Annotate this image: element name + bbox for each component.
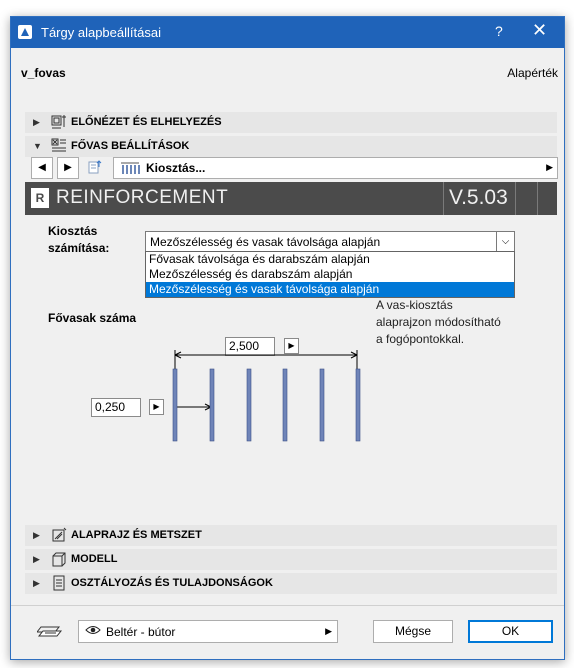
hint-line: A vas-kiosztás — [376, 298, 453, 312]
distribution-dropdown: Fővasak távolsága és darabszám alapján M… — [145, 251, 515, 298]
banner-divider — [515, 182, 516, 215]
hint-line: a fogópontokkal. — [376, 332, 465, 346]
section-label: FŐVAS BEÁLLÍTÁSOK — [71, 140, 190, 152]
defaults-label[interactable]: Alapérték — [507, 66, 558, 80]
preview-icon — [51, 115, 66, 129]
distribution-icon — [121, 162, 140, 174]
banner-title: REINFORCEMENT — [56, 187, 229, 208]
page-label: Kiosztás... — [146, 161, 206, 175]
section-label: MODELL — [71, 553, 118, 565]
expand-arrow-icon: ▶ — [33, 530, 40, 540]
distribution-label-line1: Kiosztás — [48, 224, 98, 238]
layer-select[interactable]: Beltér - bútor ▶ — [78, 620, 338, 643]
bar-spacing-input[interactable]: 0,250 — [91, 398, 141, 417]
rebar-distribution-diagram — [172, 350, 361, 442]
section-main-bar[interactable]: ▼ FŐVAS BEÁLLÍTÁSOK — [25, 136, 557, 157]
app-icon — [18, 25, 32, 39]
banner-divider — [537, 182, 538, 215]
plan-section-icon — [52, 527, 67, 542]
banner-version: V.5.03 — [449, 186, 508, 209]
dropdown-option[interactable]: Fővasak távolsága és darabszám alapján — [146, 252, 514, 267]
reinforcement-logo: R — [31, 188, 49, 208]
section-label: ALAPRAJZ ÉS METSZET — [71, 529, 202, 541]
distribution-label-line2: számítása: — [48, 241, 110, 255]
banner-divider — [443, 182, 444, 215]
section-model[interactable]: ▶ MODELL — [25, 549, 557, 570]
section-plan[interactable]: ▶ ALAPRAJZ ÉS METSZET — [25, 525, 557, 546]
previous-page-button[interactable]: ◀ — [31, 157, 53, 179]
window-title: Tárgy alapbeállításai — [41, 25, 161, 40]
dropdown-option-selected[interactable]: Mezőszélesség és vasak távolsága alapján — [146, 282, 514, 297]
object-name: v_fovas — [21, 66, 66, 80]
layer-name: Beltér - bútor — [106, 625, 176, 639]
rebar-settings-icon — [51, 138, 66, 152]
eye-icon — [85, 626, 101, 634]
section-classification[interactable]: ▶ OSZTÁLYOZÁS ÉS TULAJDONSÁGOK — [25, 573, 557, 594]
page-selector[interactable]: Kiosztás... ▶ — [113, 157, 558, 179]
model-icon — [52, 552, 66, 567]
chevron-down-icon[interactable]: ⌵ — [496, 232, 514, 251]
collapse-arrow-icon: ▼ — [33, 141, 42, 151]
section-label: ELŐNÉZET ÉS ELHELYEZÉS — [71, 116, 222, 128]
distribution-selected-value: Mezőszélesség és vasak távolsága alapján — [150, 235, 381, 249]
expand-arrow-icon: ▶ — [33, 578, 40, 588]
layers-icon — [37, 626, 63, 637]
chevron-right-icon: ▶ — [546, 162, 553, 172]
dropdown-option[interactable]: Mezőszélesség és darabszám alapján — [146, 267, 514, 282]
bars-count-label: Fővasak száma — [48, 311, 137, 325]
next-page-button[interactable]: ▶ — [57, 157, 79, 179]
distribution-select[interactable]: Mezőszélesség és vasak távolsága alapján… — [145, 231, 515, 252]
reinforcement-banner: R REINFORCEMENT V.5.03 — [25, 182, 557, 215]
page-toolbar: ◀ ▶ Kiosztás... ▶ — [25, 157, 558, 179]
settings-dialog: Tárgy alapbeállításai ? ✕ v_fovas Alapér… — [10, 16, 565, 660]
cancel-button[interactable]: Mégse — [373, 620, 453, 643]
ok-button[interactable]: OK — [468, 620, 553, 643]
title-bar: Tárgy alapbeállításai ? ✕ — [11, 17, 564, 48]
help-button[interactable]: ? — [495, 23, 503, 39]
close-button[interactable]: ✕ — [532, 20, 547, 41]
expand-arrow-icon: ▶ — [33, 117, 40, 127]
classification-icon — [53, 575, 65, 591]
page-list-icon[interactable] — [87, 159, 103, 175]
expand-arrow-icon: ▶ — [33, 554, 40, 564]
distribution-hint: A vas-kiosztás alaprajzon módosítható a … — [376, 297, 536, 348]
chevron-right-icon: ▶ — [325, 626, 332, 636]
hint-line: alaprajzon módosítható — [376, 315, 501, 329]
section-label: OSZTÁLYOZÁS ÉS TULAJDONSÁGOK — [71, 577, 273, 589]
section-preview[interactable]: ▶ ELŐNÉZET ÉS ELHELYEZÉS — [25, 112, 557, 133]
distribution-label: Kiosztás számítása: — [48, 223, 109, 257]
